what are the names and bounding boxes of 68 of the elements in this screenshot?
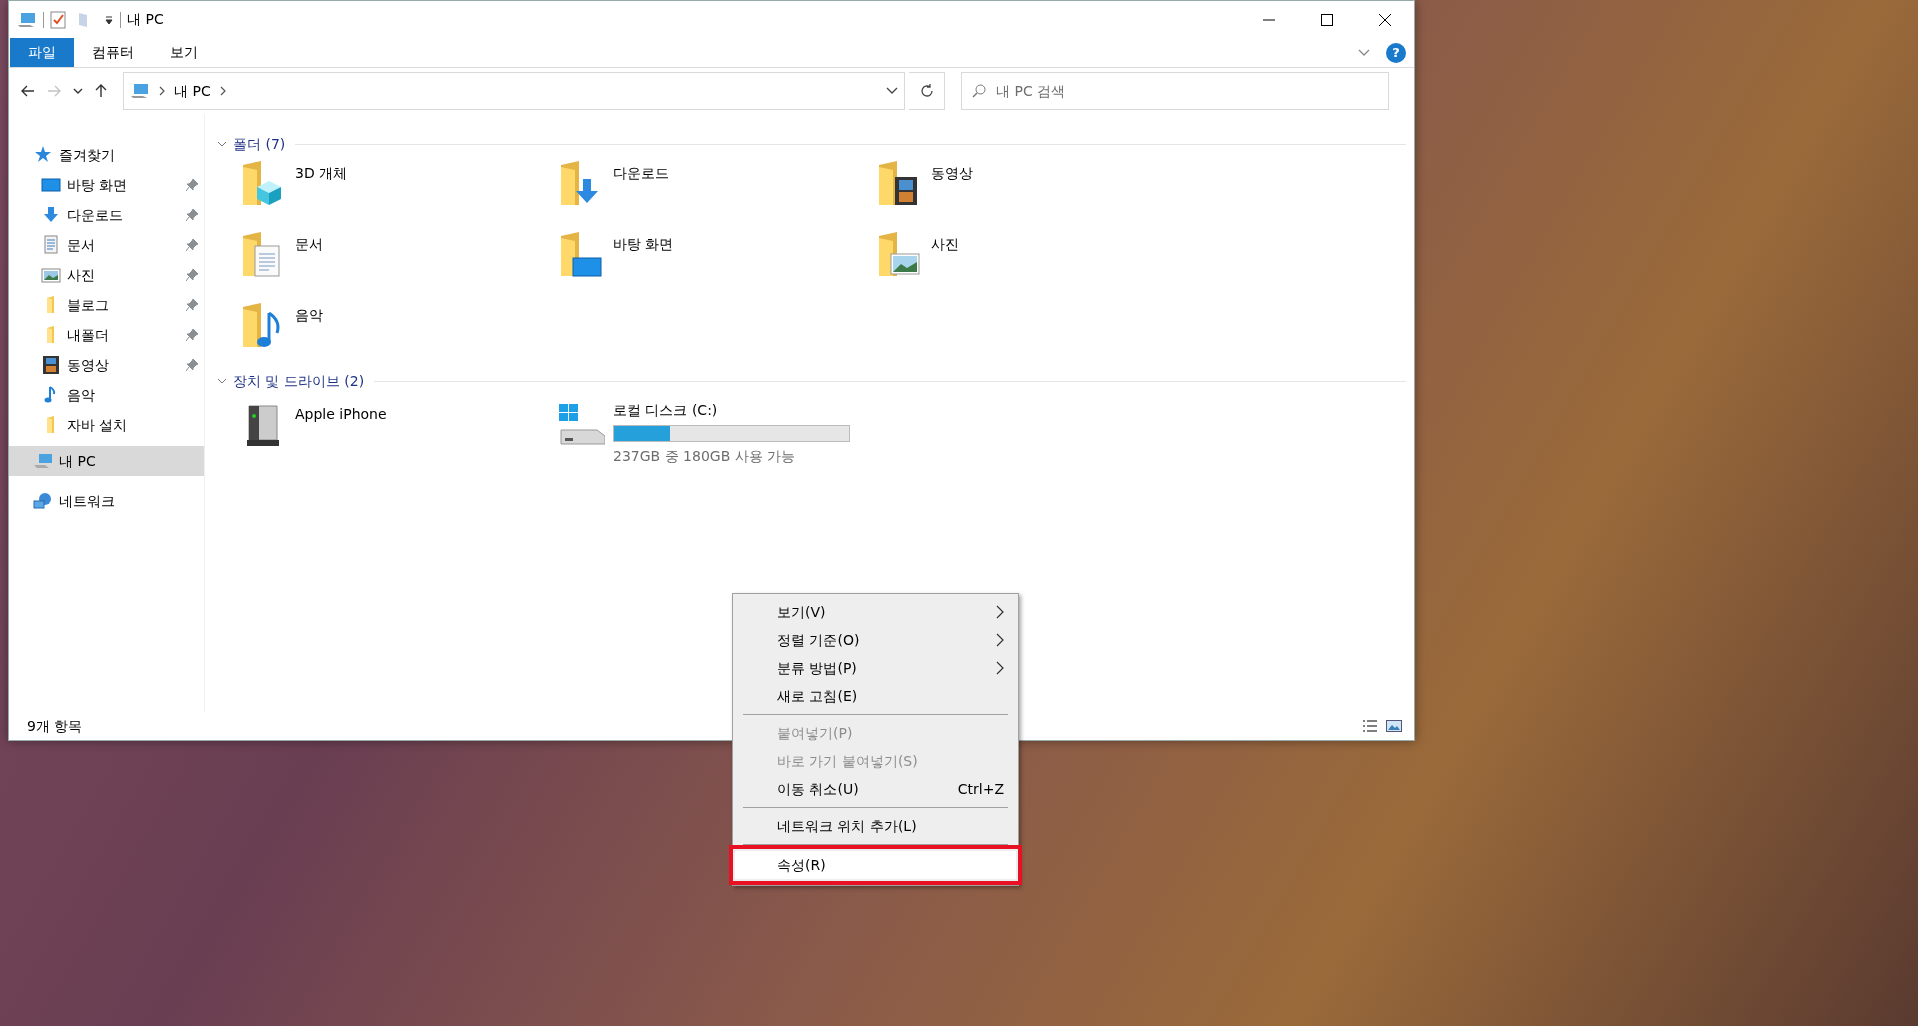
video-icon xyxy=(41,355,61,375)
sidebar-item[interactable]: 동영상 xyxy=(9,350,204,380)
sidebar-item[interactable]: 즐겨찾기 xyxy=(9,140,204,170)
folder-name[interactable]: 사진 xyxy=(931,234,959,255)
folder-name[interactable]: 음악 xyxy=(295,305,323,326)
refresh-icon xyxy=(918,83,935,99)
sidebar-item[interactable]: 내폴더 xyxy=(9,320,204,350)
search-icon xyxy=(972,84,986,98)
checklist-icon[interactable] xyxy=(50,10,66,29)
storage-info: 237GB 중 180GB 사용 가능 xyxy=(613,447,797,466)
docs-icon xyxy=(41,235,61,255)
star-icon xyxy=(33,145,53,165)
device-name[interactable]: Apple iPhone xyxy=(295,404,387,425)
search-field[interactable]: 내 PC 검색 xyxy=(961,72,1389,110)
sidebar-item[interactable]: 다운로드 xyxy=(9,200,204,230)
desktop-icon xyxy=(41,175,61,195)
menu-item[interactable]: 보기(V) xyxy=(735,598,1016,626)
close-icon xyxy=(1379,13,1391,26)
sidebar-item[interactable]: 음악 xyxy=(9,380,204,410)
sidebar-item[interactable]: 바탕 화면 xyxy=(9,170,204,200)
pictures-icon xyxy=(41,265,61,285)
chevron-down-icon xyxy=(73,87,83,95)
group-header[interactable]: 장치 및 드라이브 (2) xyxy=(233,370,365,392)
up-arrow-icon xyxy=(95,84,107,98)
item-count: 9개 항목 xyxy=(27,716,83,736)
ribbon-tab[interactable]: 보기 xyxy=(152,38,216,67)
folder-name[interactable]: 바탕 화면 xyxy=(613,234,674,255)
folder-name[interactable]: 문서 xyxy=(295,234,323,255)
network-icon xyxy=(33,491,53,511)
sidebar-item[interactable]: 내 PC xyxy=(9,446,204,476)
details-view-icon[interactable] xyxy=(1362,719,1378,733)
folder-name[interactable]: 다운로드 xyxy=(613,163,669,184)
help-button[interactable]: ? xyxy=(1386,42,1406,63)
forward-arrow-icon xyxy=(47,85,61,97)
dropdown-icon[interactable] xyxy=(104,14,114,25)
menu-item[interactable]: 분류 방법(P) xyxy=(735,654,1016,682)
chevron-down-icon[interactable] xyxy=(217,139,227,149)
group-header[interactable]: 폴더 (7) xyxy=(233,133,286,155)
pc-icon xyxy=(33,451,53,471)
menu-item[interactable]: 이동 취소(U) Ctrl+Z xyxy=(735,775,1016,803)
chevron-down-icon[interactable] xyxy=(217,376,227,386)
menu-item[interactable]: 정렬 기준(O) xyxy=(735,626,1016,654)
sidebar-item[interactable]: 문서 xyxy=(9,230,204,260)
ribbon-tab[interactable]: 파일 xyxy=(10,38,74,67)
refresh-button[interactable] xyxy=(909,72,945,110)
menu-item[interactable]: 새로 고침(E) xyxy=(735,682,1016,710)
breadcrumb-link[interactable]: 내 PC xyxy=(174,80,211,102)
dropdown-icon[interactable] xyxy=(886,87,898,95)
maximize-icon xyxy=(1321,13,1333,26)
shortcut-text: Ctrl+Z xyxy=(957,779,1004,799)
device-name[interactable]: 로컬 디스크 (C:) xyxy=(613,400,850,421)
menu-item[interactable]: 네트워크 위치 추가(L) xyxy=(735,812,1016,840)
chevron-right-icon xyxy=(158,86,166,96)
computer-icon xyxy=(130,83,150,99)
computer-icon[interactable] xyxy=(17,11,37,28)
sidebar-item[interactable]: 네트워크 xyxy=(9,486,204,516)
folder-name[interactable]: 동영상 xyxy=(931,163,973,184)
collapse-ribbon-icon[interactable] xyxy=(1358,48,1370,57)
large-icons-view-icon[interactable] xyxy=(1386,719,1402,733)
chevron-right-icon[interactable] xyxy=(218,86,227,96)
ribbon-tab[interactable]: 컴퓨터 xyxy=(74,38,152,67)
folder-name[interactable]: 3D 개체 xyxy=(295,163,348,184)
address-bar[interactable]: 내 PC xyxy=(123,72,905,110)
back-arrow-icon xyxy=(21,85,35,97)
sidebar-item[interactable]: 자바 설치 xyxy=(9,410,204,440)
sidebar-item[interactable]: 사진 xyxy=(9,260,204,290)
window-title: 내 PC xyxy=(127,10,164,29)
sidebar-item[interactable]: 블로그 xyxy=(9,290,204,320)
